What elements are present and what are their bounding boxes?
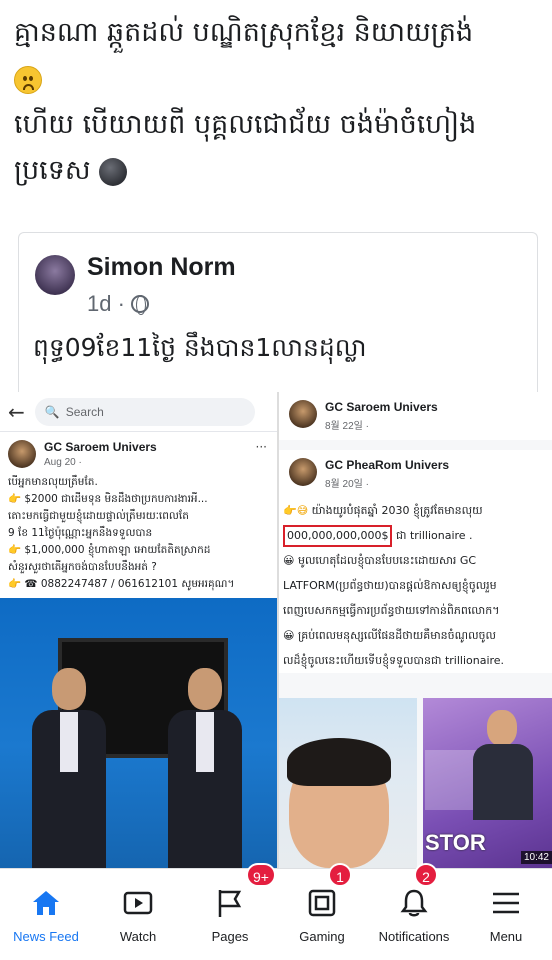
promo-store-label: STOR — [425, 830, 486, 855]
embedded-line-text: មូលហេតុដែលខ្ញុំបានបែបនេះដោយសារ GC — [297, 554, 477, 567]
gaming-icon — [308, 889, 336, 917]
tab-label: Menu — [489, 929, 523, 944]
tab-label: News Feed — [13, 929, 79, 944]
more-options-icon: ··· — [255, 440, 267, 454]
bell-icon — [400, 889, 428, 917]
left-screenshot-image[interactable]: ← 🔍 Search GC Saroem Univers Aug 20 · ··… — [0, 392, 277, 868]
embedded-line: 😀 គ្រប់ពេលមនុស្សលើផែនដីថាយគឺមានចំណូលចូល — [283, 623, 552, 648]
tab-pages[interactable]: 9+ Pages — [184, 863, 276, 960]
shared-post-time[interactable]: 1d · — [87, 291, 125, 317]
embedded-search-placeholder: Search — [65, 404, 104, 419]
promo-image: STOR 10:42 — [423, 698, 552, 868]
embedded-page-name: GC Saroem Univers — [44, 440, 157, 454]
tab-label: Notifications — [378, 929, 450, 944]
embedded-post-body: បើអ្នកមានលុយត្រឹមតែ. 👉 $2000 ជាដើមទុន មិ… — [0, 472, 277, 595]
embedded-line-text: $2000 ជាដើមទុន មិនដឹងថាប្រកបការងារអី... — [24, 493, 208, 505]
embedded-post-date: 8월 20일 · — [325, 479, 369, 490]
watch-icon — [123, 891, 153, 915]
embedded-post-header: GC PheaRom Univers 8월 20일 · — [279, 450, 552, 498]
embedded-line: 👉 $2000 ជាដើមទុន មិនដឹងថាប្រកបការងារអី..… — [8, 491, 269, 508]
frowning-face-icon — [14, 65, 42, 94]
embedded-line-text: យ៉ាងយូរបំផុតឆ្នាំ 2030 ខ្ញុំត្រូវតែមានលុ… — [311, 504, 483, 517]
shared-post-text: ពុទ្ធ09ខែ11ថ្ងៃ នឹងបាន1លានដុល្លា — [33, 333, 367, 362]
hair — [287, 738, 391, 786]
embedded-line-text: 0882247487 / 061612101 សូមអរគុណ។ — [40, 578, 235, 590]
notifications-badge: 2 — [414, 863, 438, 887]
post-line-3-text: ប្រទេស — [14, 155, 91, 186]
post-line-1: គ្មានណា ឆ្កួតដល់ បណ្ឌិតស្រុកខ្មែរ និយាយត… — [14, 10, 544, 56]
promo-time-label: 10:42 — [520, 851, 552, 864]
embedded-avatar — [8, 440, 36, 468]
embedded-line: 9 ខែ 11ថ្ងៃប៉ុណ្ណោះអ្នកនឹងទទួលបាន — [8, 527, 153, 539]
embedded-line: 😀 មូលហេតុដែលខ្ញុំបានបែបនេះដោយសារ GC — [283, 548, 552, 573]
embedded-line-text: ជា trillionaire . — [395, 529, 473, 542]
promo-person — [473, 710, 533, 820]
menu-icon — [493, 892, 519, 914]
bottom-tab-bar: News Feed Watch 9+ Pages 1 Gaming 2 Noti… — [0, 863, 552, 960]
embedded-page-name: GC PheaRom Univers — [325, 458, 450, 472]
embedded-post-date: Aug 20 · — [44, 457, 82, 468]
search-icon: 🔍 — [44, 404, 60, 419]
post-line-3: ប្រទេស — [14, 148, 544, 194]
pointing-hand-icon: 👉 — [8, 493, 22, 505]
pointing-hand-icon: 👉 — [8, 578, 22, 590]
shared-post-card[interactable]: Simon Norm 1d · ពុទ្ធ09ខែ11ថ្ងៃ នឹងបាន1ល… — [18, 232, 538, 392]
embedded-line: 000,000,000,000$ ជា trillionaire . — [283, 523, 552, 548]
smile-icon: 😀 — [283, 629, 295, 642]
globe-icon — [130, 295, 149, 315]
embedded-line: លដ៏ខ្ញុំចូលនេះហើយទើបខ្ញុំទទួលបានជា trill… — [283, 654, 505, 667]
gaming-badge: 1 — [328, 863, 352, 887]
embedded-avatar — [289, 400, 317, 428]
embedded-post-date: 8월 22일 · — [325, 421, 369, 432]
tab-news-feed[interactable]: News Feed — [0, 869, 92, 960]
portrait-photo — [279, 698, 417, 868]
embedded-line-text: $1,000,000 ខ្ញុំហាតាឡា អោយតែតិតស្រាកដ — [24, 544, 211, 556]
pages-badge: 9+ — [246, 863, 276, 887]
tab-notifications[interactable]: 2 Notifications — [368, 863, 460, 960]
embedded-line: តោះមកធ្វើជាមួយខ្ញុំដោយផ្ទាល់ត្រឹមរយៈពេលត… — [8, 510, 189, 522]
embedded-line: សំនួរសួរថាតើអ្នកចង់បានបែបនឹងអត់ ? — [8, 561, 157, 573]
embedded-top-post-header: GC Saroem Univers 8월 22일 · — [279, 392, 552, 440]
new-moon-face-icon — [99, 157, 128, 186]
shared-post-author[interactable]: Simon Norm — [87, 253, 236, 282]
tab-menu[interactable]: Menu — [460, 869, 552, 960]
shared-post-meta: 1d · — [87, 291, 149, 317]
post-line-1-emoji-row — [14, 56, 544, 102]
handshake-photo — [0, 598, 277, 868]
post-line-1-text: គ្មានណា ឆ្កួតដល់ បណ្ឌិតស្រុកខ្មែរ និយាយត… — [14, 17, 474, 48]
embedded-post-header: GC Saroem Univers Aug 20 · ··· — [0, 432, 277, 472]
embedded-line: 👉😅 យ៉ាងយូរបំផុតឆ្នាំ 2030 ខ្ញុំត្រូវតែមា… — [283, 498, 552, 523]
embedded-line: បើអ្នកមានលុយត្រឹមតែ. — [8, 476, 98, 488]
pointing-hand-icon: 👉😅 — [283, 504, 309, 517]
tab-gaming[interactable]: 1 Gaming — [276, 863, 368, 960]
tab-label: Watch — [119, 929, 157, 944]
embedded-post-body: 👉😅 យ៉ាងយូរបំផុតឆ្នាំ 2030 ខ្ញុំត្រូវតែមា… — [279, 498, 552, 673]
highlighted-amount: 000,000,000,000$ — [283, 525, 393, 547]
avatar[interactable] — [35, 255, 75, 295]
embedded-line: 👉 ☎ 0882247487 / 061612101 សូមអរគុណ។ — [8, 576, 269, 593]
tab-watch[interactable]: Watch — [92, 869, 184, 960]
person-right — [166, 668, 244, 868]
embedded-search-bar: ← 🔍 Search — [0, 392, 277, 432]
embedded-avatar — [289, 458, 317, 486]
embedded-page-name: GC Saroem Univers — [325, 400, 438, 414]
person-left — [30, 668, 108, 868]
embedded-search-input: 🔍 Search — [34, 397, 255, 426]
flag-icon — [218, 890, 242, 917]
embedded-line: 👉 $1,000,000 ខ្ញុំហាតាឡា អោយតែតិតស្រាកដ — [8, 542, 269, 559]
right-screenshot-image[interactable]: GC Saroem Univers 8월 22일 · GC PheaRom Un… — [277, 392, 552, 868]
embedded-line-text: គ្រប់ពេលមនុស្សលើផែនដីថាយគឺមានចំណូលចូល — [297, 629, 497, 642]
post-line-2: ហើយ បើយាយពី បុគ្គលជោជ័យ ចង់ម៉ាចំហៀង — [14, 109, 477, 140]
tab-label: Gaming — [299, 929, 345, 944]
post-text: គ្មានណា ឆ្កួតដល់ បណ្ឌិតស្រុកខ្មែរ និយាយត… — [14, 10, 544, 194]
tab-label: Pages — [211, 929, 249, 944]
smile-icon: 😀 — [283, 554, 295, 567]
home-icon — [33, 891, 59, 915]
back-arrow-icon: ← — [8, 399, 25, 424]
pointing-hand-icon: 👉 — [8, 544, 22, 556]
embedded-line: ពេញបេសកកម្មធ្វើការប្រព័ន្ធថាយទៅកាន់ពិភពល… — [283, 604, 500, 617]
phone-icon: ☎ — [24, 578, 38, 590]
embedded-line: LATFORM(ប្រព័ន្ធថាយ)បានផ្តល់ឱកាសឲ្យខ្ញុំ… — [283, 579, 497, 592]
